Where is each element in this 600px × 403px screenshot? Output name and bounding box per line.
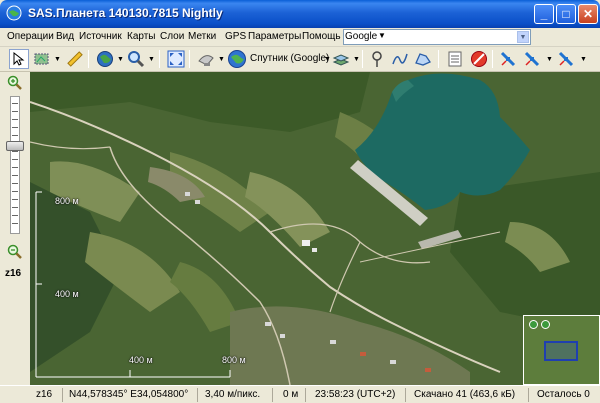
satellite-dish-icon[interactable] [196, 49, 216, 69]
search-provider-label[interactable]: Google [345, 31, 377, 42]
app-globe-icon[interactable] [6, 5, 22, 21]
delete-marks-icon[interactable] [469, 49, 489, 69]
menu-marks[interactable]: Метки [188, 31, 216, 42]
select-area-icon[interactable] [32, 49, 52, 69]
menu-view[interactable]: Вид [56, 31, 74, 42]
minimap-zoom-out-icon[interactable] [529, 320, 538, 329]
layers-icon[interactable] [331, 49, 351, 69]
search-dropdown-icon[interactable]: ▼ [517, 31, 529, 43]
close-button[interactable]: ✕ [578, 4, 598, 24]
status-bar: z16 N44,578345° E34,054800° 3,40 м/пикс.… [0, 385, 600, 403]
title-bar: SAS.Планета 140130.7815 Nightly _ □ ✕ [0, 0, 600, 28]
toolbar: ▼ ▼ ▼ ▼ Спутник (Google) ▼ ▼ ▼ ▼ [0, 47, 600, 72]
zoom-panel: z16 [0, 72, 30, 385]
status-zoom: z16 [36, 389, 53, 400]
scale-horizontal-label-400: 400 м [129, 355, 153, 365]
maximize-button[interactable]: □ [556, 4, 576, 24]
magnifier-icon[interactable] [126, 49, 146, 69]
menu-maps[interactable]: Карты [127, 31, 156, 42]
window-title: SAS.Планета 140130.7815 Nightly [28, 6, 223, 20]
status-time: 23:58:23 (UTC+2) [315, 389, 396, 400]
gps-track-icon[interactable] [522, 49, 542, 69]
layers-arrow-icon[interactable]: ▼ [353, 56, 360, 63]
zoom-level-label: z16 [5, 268, 22, 279]
menu-settings[interactable]: Параметры [248, 31, 301, 42]
satellite-imagery[interactable] [30, 72, 600, 385]
gps-track-arrow-icon[interactable]: ▼ [546, 56, 553, 63]
map-view[interactable]: 800 м 400 м 400 м 800 м [30, 72, 600, 385]
menu-gps[interactable]: GPS [225, 31, 246, 42]
fullscreen-icon[interactable] [166, 49, 186, 69]
scale-vertical-label-800: 800 м [55, 196, 79, 206]
marks-list-icon[interactable] [445, 49, 465, 69]
menu-layers[interactable]: Слои [160, 31, 184, 42]
scale-horizontal-label-800: 800 м [222, 355, 246, 365]
select-area-arrow-icon[interactable]: ▼ [54, 56, 61, 63]
globe-icon[interactable] [95, 49, 115, 69]
search-box[interactable]: Google ▼ ▼ [343, 29, 531, 45]
zoom-in-icon[interactable] [7, 75, 23, 91]
menu-source[interactable]: Источник [79, 31, 122, 42]
search-provider-arrow-icon[interactable]: ▼ [378, 31, 386, 40]
minimap-zoom-in-icon[interactable] [541, 320, 550, 329]
status-coordinates: N44,578345° E34,054800° [69, 389, 189, 400]
placemark-icon[interactable] [367, 49, 387, 69]
polygon-icon[interactable] [413, 49, 433, 69]
zoom-slider[interactable] [10, 96, 20, 234]
minimap-viewport[interactable] [544, 341, 578, 361]
menu-help[interactable]: Помощь [302, 31, 341, 42]
status-remaining: Осталось 0 [537, 389, 590, 400]
minimize-button[interactable]: _ [534, 4, 554, 24]
gps-settings-icon[interactable] [556, 49, 576, 69]
scale-vertical-label-400: 400 м [55, 289, 79, 299]
zoom-out-icon[interactable] [7, 244, 23, 260]
path-icon[interactable] [390, 49, 410, 69]
zoom-slider-thumb[interactable] [6, 141, 24, 151]
map-source-label[interactable]: Спутник (Google) [250, 53, 329, 64]
magnifier-arrow-icon[interactable]: ▼ [148, 56, 155, 63]
minimap[interactable] [523, 315, 600, 385]
map-source-arrow-icon[interactable]: ▼ [324, 56, 331, 63]
menu-operations[interactable]: Операции [7, 31, 54, 42]
globe-arrow-icon[interactable]: ▼ [117, 56, 124, 63]
cursor-icon[interactable] [9, 49, 29, 69]
gps-satellite-icon[interactable] [498, 49, 518, 69]
status-resolution: 3,40 м/пикс. [205, 389, 261, 400]
ruler-icon[interactable] [65, 49, 85, 69]
satellite-dish-arrow-icon[interactable]: ▼ [218, 56, 225, 63]
status-downloaded: Скачано 41 (463,6 кБ) [414, 389, 516, 400]
status-elevation: 0 м [283, 389, 299, 400]
menu-bar: Операции Вид Источник Карты Слои Метки G… [0, 28, 600, 47]
gps-settings-arrow-icon[interactable]: ▼ [580, 56, 587, 63]
globe-map-icon[interactable] [227, 49, 247, 69]
